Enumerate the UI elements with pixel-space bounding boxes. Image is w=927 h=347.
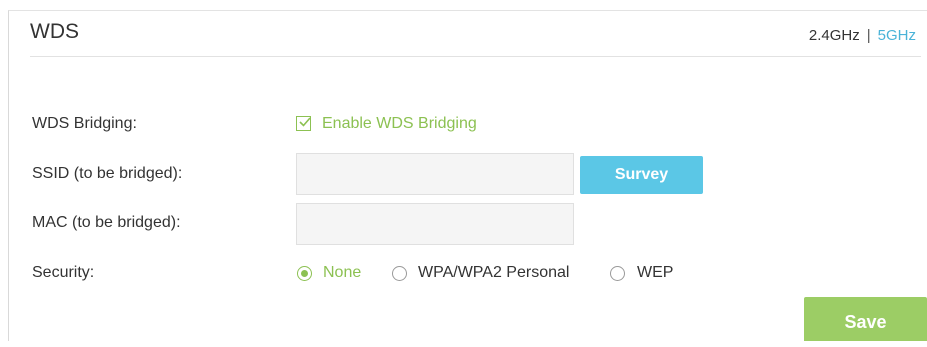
band-separator: | [866,27,871,44]
security-wpa-radio[interactable] [392,266,407,281]
ssid-label: SSID (to be bridged): [32,165,183,182]
security-label: Security: [32,264,95,281]
band-2-4ghz-link[interactable]: 2.4GHz [809,27,860,44]
security-none-label[interactable]: None [323,264,361,282]
security-none-radio[interactable] [297,266,312,281]
survey-button[interactable]: Survey [580,156,703,194]
check-icon [299,117,311,127]
enable-wds-label[interactable]: Enable WDS Bridging [322,115,477,133]
security-wpa-label[interactable]: WPA/WPA2 Personal [418,264,569,282]
ssid-input[interactable] [296,153,574,195]
mac-input[interactable] [296,203,574,245]
save-button[interactable]: Save [804,297,927,341]
enable-wds-checkbox[interactable] [296,116,311,131]
security-wep-label[interactable]: WEP [637,264,673,282]
security-wep-radio[interactable] [610,266,625,281]
wds-bridging-label: WDS Bridging: [32,115,137,132]
band-switcher: 2.4GHz | 5GHz [809,27,916,44]
band-5ghz-link[interactable]: 5GHz [878,27,916,44]
mac-label: MAC (to be bridged): [32,214,181,231]
title-divider [30,56,921,57]
page-title: WDS [30,20,79,43]
